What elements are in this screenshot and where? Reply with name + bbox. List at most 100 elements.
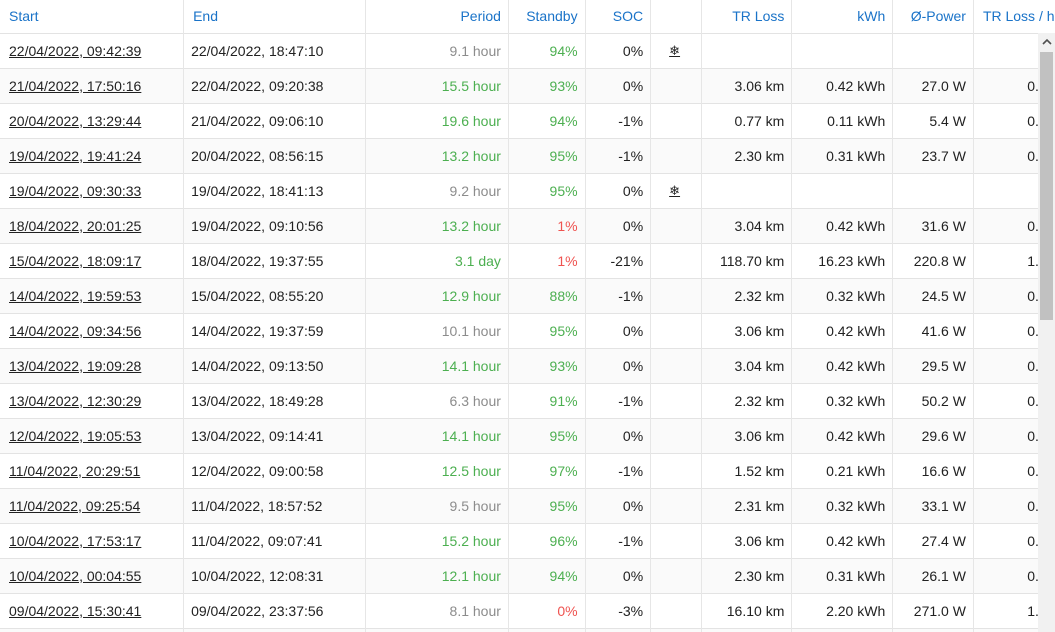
cell-end: 14/04/2022, 09:13:50: [183, 347, 366, 383]
table-row: 11/04/2022, 09:25:54 11/04/2022, 18:57:52…: [0, 487, 1055, 523]
cell-kwh: 0.42 kWh: [791, 67, 894, 103]
header-period[interactable]: Period: [365, 0, 509, 33]
start-link[interactable]: 10/04/2022, 17:53:17: [9, 533, 141, 549]
header-kwh[interactable]: kWh: [791, 0, 894, 33]
cell-tr-loss: 2.30 km: [701, 137, 793, 173]
cell-soc: -3%: [585, 592, 652, 628]
header-tr-loss[interactable]: TR Loss: [701, 0, 793, 33]
cell-icon: [650, 102, 702, 138]
cell-start[interactable]: 21/04/2022, 17:50:16: [0, 67, 185, 103]
header-standby[interactable]: Standby: [508, 0, 586, 33]
cell-icon: [650, 627, 702, 632]
cell-standby: 94%: [508, 557, 586, 593]
table-row: 13/04/2022, 12:30:29 13/04/2022, 18:49:28…: [0, 382, 1055, 418]
cell-period: [365, 627, 509, 632]
header-power[interactable]: Ø-Power: [892, 0, 974, 33]
cell-tr-loss: 0.77 km: [701, 102, 793, 138]
cell-end: 13/04/2022, 18:49:28: [183, 382, 366, 418]
start-link[interactable]: 18/04/2022, 20:01:25: [9, 218, 141, 234]
chevron-up-icon[interactable]: [1038, 33, 1055, 50]
cell-start[interactable]: 14/04/2022, 19:59:53: [0, 277, 185, 313]
cell-period: 15.2 hour: [365, 522, 509, 558]
cell-kwh: 2.20 kWh: [791, 592, 894, 628]
table-row: 21/04/2022, 17:50:16 22/04/2022, 09:20:38…: [0, 67, 1055, 103]
start-link[interactable]: 11/04/2022, 20:29:51: [9, 463, 140, 479]
cell-start[interactable]: 09/04/2022, 15:30:41: [0, 592, 185, 628]
cell-kwh: 0.42 kWh: [791, 207, 894, 243]
cell-tr-loss: 3.06 km: [701, 417, 793, 453]
cell-standby: 95%: [508, 417, 586, 453]
cell-start[interactable]: 10/04/2022, 17:53:17: [0, 522, 185, 558]
start-link[interactable]: 21/04/2022, 17:50:16: [9, 78, 141, 94]
cell-end: 19/04/2022, 09:10:56: [183, 207, 366, 243]
cell-icon: [650, 137, 702, 173]
cell-end: 12/04/2022, 09:00:58: [183, 452, 366, 488]
cell-icon: [650, 452, 702, 488]
cell-period: 12.9 hour: [365, 277, 509, 313]
cell-power: [892, 172, 974, 208]
scrollbar-thumb[interactable]: [1040, 52, 1053, 320]
cell-start[interactable]: 22/04/2022, 09:42:39: [0, 32, 185, 68]
cell-start[interactable]: 15/04/2022, 18:09:17: [0, 242, 185, 278]
start-link[interactable]: 19/04/2022, 09:30:33: [9, 183, 141, 199]
cell-start[interactable]: [0, 627, 185, 632]
cell-period: 9.5 hour: [365, 487, 509, 523]
cell-end: 15/04/2022, 08:55:20: [183, 277, 366, 313]
start-link[interactable]: 22/04/2022, 09:42:39: [9, 43, 141, 59]
start-link[interactable]: 13/04/2022, 12:30:29: [9, 393, 141, 409]
cell-icon: [650, 207, 702, 243]
cell-kwh: 0.32 kWh: [791, 382, 894, 418]
start-link[interactable]: 09/04/2022, 15:30:41: [9, 603, 141, 619]
cell-soc: -1%: [585, 522, 652, 558]
start-link[interactable]: 13/04/2022, 19:09:28: [9, 358, 141, 374]
header-tr-loss-per-hour[interactable]: TR Loss / h: [973, 0, 1055, 33]
cell-start[interactable]: 13/04/2022, 19:09:28: [0, 347, 185, 383]
cell-soc: -1%: [585, 277, 652, 313]
cell-power: 29.6 W: [892, 417, 974, 453]
snowflake-icon[interactable]: ❄: [669, 43, 680, 58]
cell-start[interactable]: 10/04/2022, 00:04:55: [0, 557, 185, 593]
cell-icon: [650, 522, 702, 558]
cell-period: 13.2 hour: [365, 207, 509, 243]
header-start[interactable]: Start: [0, 0, 185, 33]
snowflake-icon[interactable]: ❄: [669, 183, 680, 198]
cell-tr-loss: 2.32 km: [701, 382, 793, 418]
cell-start[interactable]: 19/04/2022, 09:30:33: [0, 172, 185, 208]
start-link[interactable]: 15/04/2022, 18:09:17: [9, 253, 141, 269]
header-end[interactable]: End: [183, 0, 366, 33]
cell-kwh: 0.42 kWh: [791, 347, 894, 383]
cell-icon: [650, 557, 702, 593]
vertical-scrollbar[interactable]: [1038, 33, 1055, 632]
start-link[interactable]: 11/04/2022, 09:25:54: [9, 498, 140, 514]
cell-start[interactable]: 18/04/2022, 20:01:25: [0, 207, 185, 243]
cell-end: 13/04/2022, 09:14:41: [183, 417, 366, 453]
header-soc[interactable]: SOC: [585, 0, 652, 33]
cell-start[interactable]: 19/04/2022, 19:41:24: [0, 137, 185, 173]
cell-start[interactable]: 12/04/2022, 19:05:53: [0, 417, 185, 453]
start-link[interactable]: 12/04/2022, 19:05:53: [9, 428, 141, 444]
cell-end: 21/04/2022, 09:06:10: [183, 102, 366, 138]
start-link[interactable]: 20/04/2022, 13:29:44: [9, 113, 141, 129]
cell-icon: [650, 382, 702, 418]
start-link[interactable]: 14/04/2022, 09:34:56: [9, 323, 141, 339]
cell-start[interactable]: 20/04/2022, 13:29:44: [0, 102, 185, 138]
cell-standby: 88%: [508, 277, 586, 313]
table-row: 20/04/2022, 13:29:44 21/04/2022, 09:06:10…: [0, 102, 1055, 138]
table-row: 09/04/2022, 15:30:41 09/04/2022, 23:37:56…: [0, 592, 1055, 628]
cell-power: 271.0 W: [892, 592, 974, 628]
start-link[interactable]: 19/04/2022, 19:41:24: [9, 148, 141, 164]
cell-start[interactable]: 11/04/2022, 09:25:54: [0, 487, 185, 523]
cell-start[interactable]: 13/04/2022, 12:30:29: [0, 382, 185, 418]
cell-start[interactable]: 11/04/2022, 20:29:51: [0, 452, 185, 488]
start-link[interactable]: 14/04/2022, 19:59:53: [9, 288, 141, 304]
cell-kwh: 0.11 kWh: [791, 102, 894, 138]
cell-icon: [650, 242, 702, 278]
cell-standby: 1%: [508, 207, 586, 243]
cell-icon: [650, 487, 702, 523]
cell-kwh: [791, 172, 894, 208]
cell-start[interactable]: 14/04/2022, 09:34:56: [0, 312, 185, 348]
start-link[interactable]: 10/04/2022, 00:04:55: [9, 568, 141, 584]
cell-power: 24.5 W: [892, 277, 974, 313]
table-row: 14/04/2022, 09:34:56 14/04/2022, 19:37:59…: [0, 312, 1055, 348]
cell-end: 22/04/2022, 09:20:38: [183, 67, 366, 103]
